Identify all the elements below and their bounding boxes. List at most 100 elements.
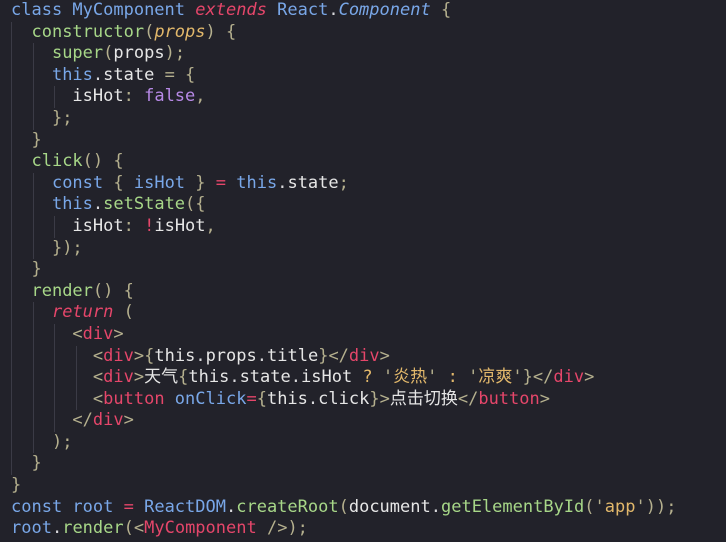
- code-line: }: [0, 453, 726, 476]
- code-token: </: [328, 345, 349, 366]
- code-token: extends: [195, 0, 278, 20]
- code-token: >: [379, 388, 390, 409]
- code-token: this: [154, 345, 196, 366]
- code-token: />: [266, 518, 288, 539]
- indent-guide: [32, 431, 34, 454]
- code-token: div: [553, 367, 585, 388]
- code-line: }: [0, 475, 726, 497]
- code-token: document: [348, 496, 431, 517]
- code-token: this: [51, 64, 93, 85]
- code-token: MyComponent: [72, 0, 196, 20]
- code-token: </: [72, 410, 93, 431]
- code-token: div: [103, 345, 134, 366]
- indent-guide: [32, 215, 34, 238]
- code-token: isHot: [72, 86, 124, 107]
- code-line: const { isHot } = this.state;: [0, 172, 726, 195]
- code-token: <: [72, 323, 83, 344]
- indent-guide: [32, 194, 34, 216]
- code-token: .: [229, 367, 240, 388]
- code-token: );: [287, 518, 308, 539]
- code-token: 炎热: [393, 367, 428, 388]
- code-editor[interactable]: class MyComponent extends React.Componen…: [0, 0, 726, 542]
- code-token: isHot: [301, 367, 353, 388]
- code-token: state: [239, 367, 291, 388]
- code-token: }: [369, 388, 380, 409]
- code-token: .: [307, 388, 319, 409]
- code-token: {: [178, 367, 189, 388]
- code-token: super: [51, 43, 104, 64]
- indent-guide: [11, 323, 12, 346]
- code-line: <div>: [0, 323, 726, 346]
- code-line: });: [0, 237, 726, 260]
- code-token: ': [468, 367, 479, 388]
- code-token: ;: [338, 172, 349, 193]
- code-token: >: [379, 345, 390, 366]
- code-token: );: [164, 43, 186, 64]
- indent-guide: [54, 388, 56, 411]
- code-line: class MyComponent extends React.Componen…: [0, 0, 726, 22]
- indent-guide: [32, 345, 34, 368]
- indent-guide: [32, 107, 34, 130]
- code-token: div: [103, 367, 134, 388]
- code-line: </div>: [0, 410, 726, 432]
- code-token: ': [594, 496, 605, 517]
- indent-guide: [11, 431, 12, 454]
- code-token: >: [133, 367, 145, 388]
- indent-guide: [11, 172, 12, 195]
- code-token: isHot: [133, 172, 186, 193]
- code-line: <div>{this.props.title}</div>: [0, 345, 726, 368]
- code-token: }: [318, 345, 329, 366]
- code-line: isHot: false,: [0, 86, 726, 108]
- code-token: >: [133, 345, 145, 366]
- code-token: >: [123, 410, 134, 431]
- code-token: 天气: [144, 367, 179, 388]
- code-token: render: [31, 280, 93, 301]
- code-token: .: [51, 518, 63, 539]
- indent-guide: [32, 323, 34, 346]
- indent-guide: [11, 151, 12, 173]
- indent-guide: [11, 280, 12, 303]
- code-token: (: [584, 496, 595, 517]
- indent-guide: [32, 410, 34, 432]
- code-token: }: [11, 475, 22, 496]
- code-token: div: [92, 410, 124, 431]
- indent-guide: [54, 410, 56, 432]
- code-token: isHot: [154, 215, 206, 236]
- indent-guide: [11, 453, 12, 476]
- indent-guide: [11, 129, 12, 152]
- code-token: Component: [338, 0, 431, 20]
- code-token: ': [635, 496, 646, 517]
- code-token: {: [144, 345, 155, 366]
- indent-guide: [32, 43, 34, 65]
- indent-guide: [11, 367, 12, 389]
- code-token: ': [427, 367, 438, 388]
- code-token: }: [31, 129, 42, 150]
- code-token: button: [103, 388, 175, 409]
- code-token: const: [11, 496, 73, 517]
- indent-guide: [11, 194, 12, 216]
- code-token: class: [11, 0, 73, 20]
- indent-guide: [32, 237, 34, 260]
- code-token: !: [144, 215, 155, 236]
- indent-guide: [76, 367, 78, 389]
- code-token: :: [123, 86, 145, 107]
- code-token: ?: [352, 367, 383, 388]
- code-token: click: [31, 151, 83, 172]
- code-token: 点击切换: [389, 388, 458, 409]
- code-token: {: [113, 172, 134, 193]
- code-token: ': [512, 367, 523, 388]
- indent-guide: [11, 86, 12, 108]
- code-token: = {: [154, 64, 196, 85]
- indent-guide: [54, 215, 56, 238]
- code-token: </: [532, 367, 554, 388]
- code-token: (: [144, 21, 155, 42]
- indent-guide: [76, 345, 78, 368]
